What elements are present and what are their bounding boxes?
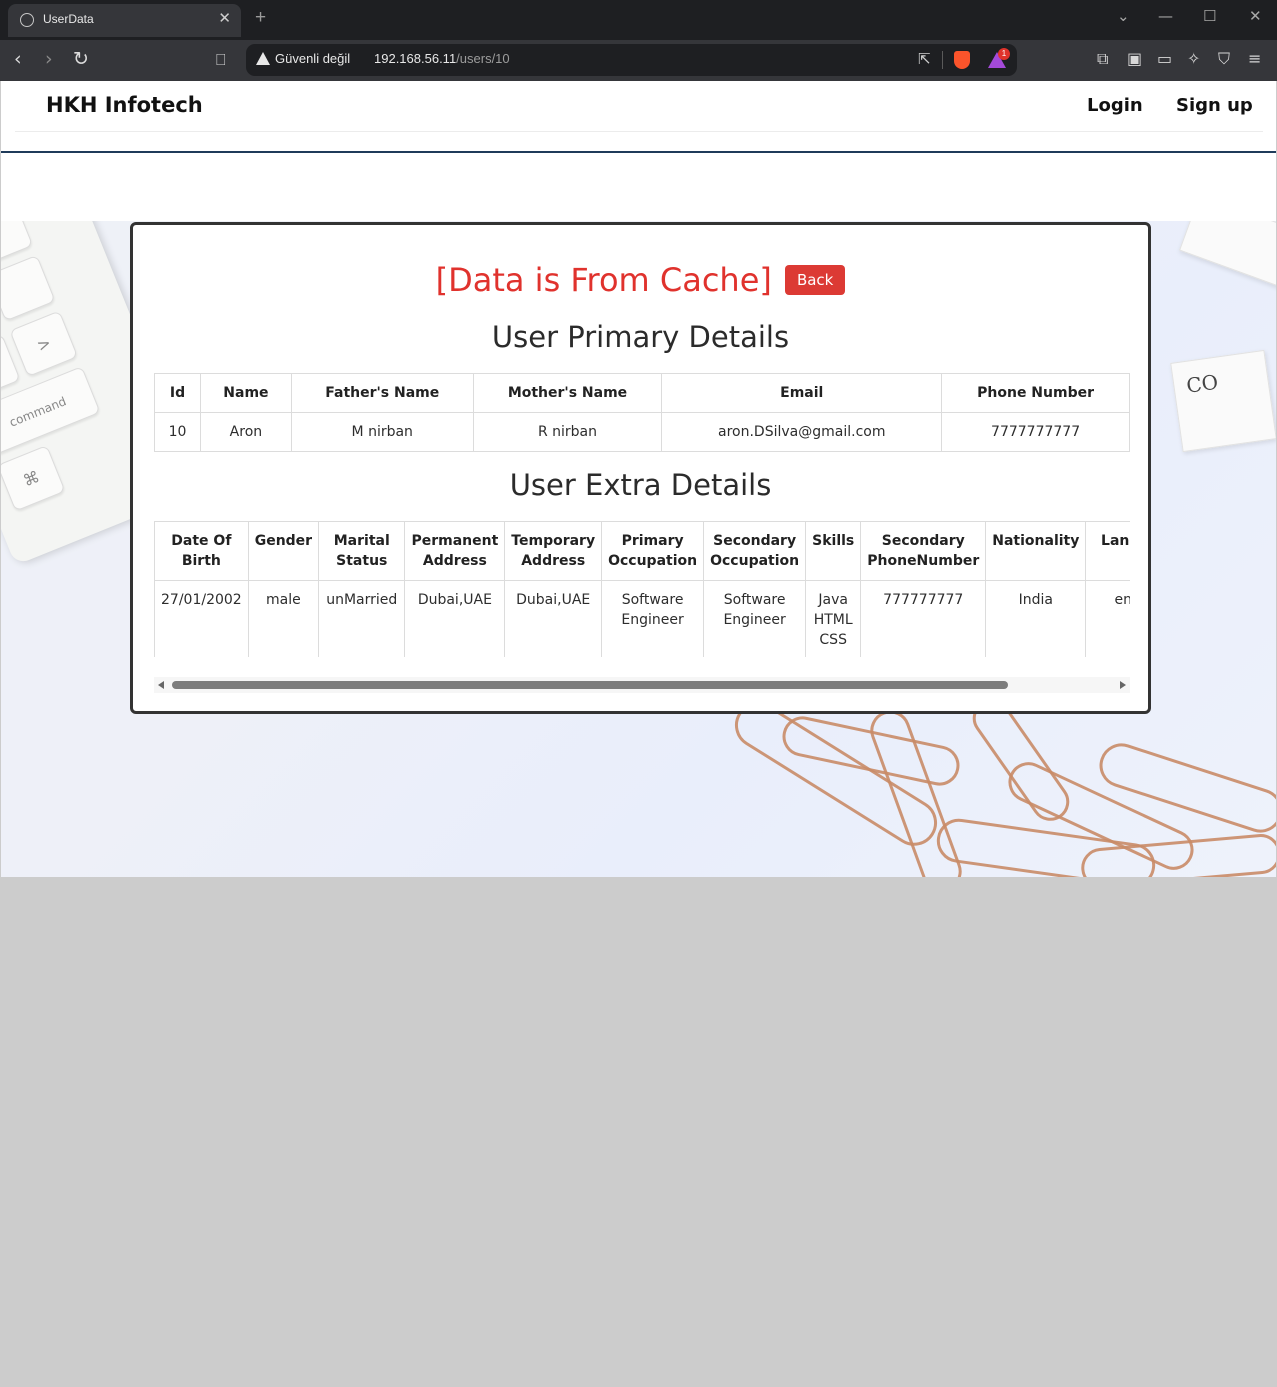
security-label[interactable]: Güvenli değil bbox=[275, 51, 350, 66]
keyboard-key bbox=[1, 254, 56, 322]
scroll-right-arrow-icon[interactable] bbox=[1120, 681, 1126, 689]
table-cell: 777777777 bbox=[860, 580, 987, 657]
rewards-badge: 1 bbox=[998, 48, 1010, 60]
leo-ai-icon[interactable]: ✧ bbox=[1187, 49, 1200, 68]
table-cell: R nirban bbox=[472, 412, 663, 452]
table-cell: India bbox=[985, 580, 1087, 657]
scrollbar-thumb[interactable] bbox=[172, 681, 1008, 689]
extensions-icon[interactable]: ⧉ bbox=[1097, 49, 1108, 69]
table-cell: 27/01/2002 bbox=[154, 580, 249, 657]
extra-details-table: Date Of Birth Gender Marital Status Perm… bbox=[154, 521, 1130, 657]
table-cell: male bbox=[247, 580, 320, 657]
column-header: Marital Status bbox=[318, 521, 406, 581]
primary-details-title: User Primary Details bbox=[491, 320, 790, 354]
globe-icon bbox=[20, 13, 34, 27]
navbar-divider bbox=[15, 131, 1263, 132]
column-header: Name bbox=[199, 373, 292, 413]
back-arrow-icon[interactable]: ‹ bbox=[14, 48, 22, 70]
business-card-image bbox=[1179, 221, 1276, 289]
warning-icon bbox=[256, 52, 270, 65]
window-close-icon[interactable]: ✕ bbox=[1249, 7, 1262, 25]
web-page: HKH Infotech Login Sign up < > command ⌘… bbox=[1, 81, 1276, 877]
column-header: Gender bbox=[247, 521, 320, 581]
url-path: /users/10 bbox=[456, 51, 510, 66]
signup-link[interactable]: Sign up bbox=[1176, 95, 1253, 116]
extra-details-scroll-area[interactable]: Date Of Birth Gender Marital Status Perm… bbox=[154, 521, 1130, 657]
keyboard-key: ⌘ bbox=[1, 444, 66, 512]
url-text[interactable]: 192.168.56.11/users/10 bbox=[374, 51, 510, 66]
column-header: Date Of Birth bbox=[154, 521, 249, 581]
browser-toolbar: ‹ › ↻ ⎕ Güvenli değil 192.168.56.11/user… bbox=[0, 40, 1277, 81]
cache-status-title: [Data is From Cache] bbox=[435, 261, 772, 299]
table-cell: english bbox=[1085, 580, 1130, 657]
table-cell: unMarried bbox=[318, 580, 406, 657]
maximize-icon[interactable]: ☐ bbox=[1203, 7, 1216, 25]
site-navbar: HKH Infotech Login Sign up bbox=[1, 81, 1276, 153]
primary-details-table: Id Name Father's Name Mother's Name Emai… bbox=[154, 373, 1130, 452]
close-tab-icon[interactable]: ✕ bbox=[218, 9, 231, 27]
table-cell: Software Engineer bbox=[703, 580, 807, 657]
column-header: Father's Name bbox=[290, 373, 474, 413]
menu-icon[interactable]: ≡ bbox=[1248, 49, 1261, 68]
column-header: Mother's Name bbox=[472, 373, 663, 413]
extra-details-title: User Extra Details bbox=[509, 468, 772, 502]
divider bbox=[942, 51, 943, 69]
table-cell: 10 bbox=[154, 412, 201, 452]
column-header: Secondary PhoneNumber bbox=[860, 521, 987, 581]
table-row: 27/01/2002 male unMarried Dubai,UAE Duba… bbox=[154, 580, 1130, 657]
new-tab-icon[interactable]: + bbox=[255, 7, 266, 29]
scroll-left-arrow-icon[interactable] bbox=[158, 681, 164, 689]
browser-tab-bar: UserData ✕ + ⌄ — ☐ ✕ bbox=[0, 0, 1277, 40]
column-header: Email bbox=[661, 373, 943, 413]
share-icon[interactable]: ⇱ bbox=[918, 50, 931, 68]
table-cell: Java HTML CSS bbox=[805, 580, 862, 657]
reload-icon[interactable]: ↻ bbox=[73, 48, 89, 70]
column-header: Permanent Address bbox=[404, 521, 506, 581]
address-bar[interactable]: Güvenli değil 192.168.56.11/users/10 ⇱ 1 bbox=[246, 44, 1017, 76]
business-card-image: CO bbox=[1170, 349, 1276, 453]
tab-title: UserData bbox=[43, 12, 94, 26]
table-row: 10 Aron M nirban R nirban aron.DSilva@gm… bbox=[154, 412, 1130, 452]
minimize-icon[interactable]: — bbox=[1158, 7, 1173, 25]
bookmark-icon[interactable]: ⎕ bbox=[216, 50, 226, 70]
column-header: Language bbox=[1085, 521, 1130, 581]
url-host: 192.168.56.11 bbox=[374, 51, 457, 66]
table-cell: 7777777777 bbox=[941, 412, 1130, 452]
column-header: Secondary Occupation bbox=[703, 521, 807, 581]
column-header: Primary Occupation bbox=[601, 521, 705, 581]
chevron-down-icon[interactable]: ⌄ bbox=[1117, 7, 1130, 25]
table-cell: Aron bbox=[199, 412, 292, 452]
brave-shields-icon[interactable] bbox=[954, 51, 970, 69]
column-header: Phone Number bbox=[941, 373, 1130, 413]
back-button[interactable]: Back bbox=[784, 265, 846, 295]
table-cell: Dubai,UAE bbox=[504, 580, 603, 657]
cache-header: [Data is From Cache] Back bbox=[133, 261, 1148, 299]
column-header: Skills bbox=[805, 521, 862, 581]
wallet-icon[interactable]: ▭ bbox=[1157, 49, 1172, 68]
table-cell: M nirban bbox=[290, 412, 474, 452]
table-cell: Dubai,UAE bbox=[404, 580, 506, 657]
table-header-row: Date Of Birth Gender Marital Status Perm… bbox=[154, 521, 1130, 581]
login-link[interactable]: Login bbox=[1087, 95, 1143, 116]
column-header: Id bbox=[154, 373, 201, 413]
sidebar-icon[interactable]: ▣ bbox=[1127, 49, 1142, 68]
table-cell: aron.DSilva@gmail.com bbox=[661, 412, 943, 452]
browser-tab[interactable]: UserData ✕ bbox=[8, 4, 241, 37]
site-brand[interactable]: HKH Infotech bbox=[46, 93, 203, 117]
column-header: Temporary Address bbox=[504, 521, 603, 581]
user-details-card: [Data is From Cache] Back User Primary D… bbox=[130, 222, 1151, 714]
vpn-shield-icon[interactable]: ⛉ bbox=[1218, 49, 1230, 69]
table-header-row: Id Name Father's Name Mother's Name Emai… bbox=[154, 373, 1130, 413]
column-header: Nationality bbox=[985, 521, 1087, 581]
horizontal-scrollbar[interactable] bbox=[154, 677, 1130, 693]
table-cell: Software Engineer bbox=[601, 580, 705, 657]
forward-arrow-icon[interactable]: › bbox=[45, 48, 53, 70]
keyboard-key: > bbox=[9, 310, 79, 378]
